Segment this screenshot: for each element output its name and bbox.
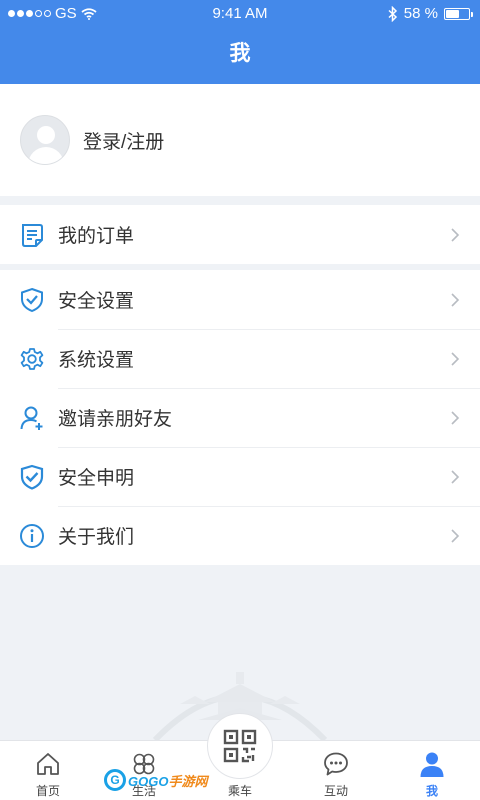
page-title: 我 [229, 42, 251, 65]
person-icon [420, 752, 444, 777]
home-icon [37, 753, 59, 775]
menu-item-label: 系统设置 [58, 350, 135, 371]
menu-group-settings: 安全设置 系统设置 邀请亲朋好友 安全申明 关于我们 [0, 270, 480, 565]
order-icon [18, 221, 46, 249]
menu-group-orders: 我的订单 [0, 205, 480, 264]
chat-icon [324, 752, 348, 776]
gear-icon [18, 345, 46, 373]
menu-item-label: 我的订单 [58, 226, 135, 247]
menu-item-label: 邀请亲朋好友 [58, 409, 173, 430]
chevron-right-icon [451, 528, 460, 543]
tab-me[interactable]: 我 [384, 741, 480, 800]
chevron-right-icon [451, 469, 460, 484]
avatar [20, 115, 70, 165]
nav-bar: 我 [0, 28, 480, 84]
gogo-watermark-logo: G GOGO手游网 [104, 769, 207, 791]
profile-login-row[interactable]: 登录/注册 [0, 84, 480, 196]
menu-item-orders[interactable]: 我的订单 [0, 205, 480, 264]
chevron-right-icon [451, 351, 460, 366]
battery-percent: 58 % [403, 5, 438, 22]
menu-item-about-us[interactable]: 关于我们 [0, 506, 480, 565]
battery-icon [444, 7, 473, 20]
chevron-right-icon [451, 227, 460, 242]
tab-label: 首页 [35, 784, 60, 798]
tab-interact[interactable]: 互动 [288, 741, 384, 800]
menu-item-system-settings[interactable]: 系统设置 [0, 329, 480, 388]
tab-label: 互动 [323, 784, 348, 798]
menu-item-label: 安全设置 [58, 291, 135, 312]
gogo-brand-cn-text: 手游网 [168, 773, 208, 789]
shield-check-icon [18, 463, 46, 491]
chevron-right-icon [451, 410, 460, 425]
shield-icon [18, 286, 46, 314]
tab-label: 我 [425, 784, 438, 798]
qr-code-icon [223, 729, 257, 763]
chevron-right-icon [451, 292, 460, 307]
menu-item-label: 安全申明 [58, 468, 135, 489]
qr-scan-button[interactable] [207, 713, 273, 779]
status-bar: GS 9:41 AM 58 % [0, 0, 480, 28]
login-register-label: 登录/注册 [83, 131, 165, 153]
menu-item-security-statement[interactable]: 安全申明 [0, 447, 480, 506]
gogo-brand-text: GOGO [128, 773, 169, 789]
bottom-tab-bar: 首页 生活 乘车 互动 我 [0, 713, 480, 800]
menu-item-security-settings[interactable]: 安全设置 [0, 270, 480, 329]
gogo-logo-icon: G [104, 769, 126, 791]
menu-item-label: 关于我们 [58, 527, 135, 548]
info-icon [18, 522, 46, 550]
invite-user-icon [18, 404, 46, 432]
tab-label: 乘车 [227, 784, 252, 798]
bluetooth-icon [388, 5, 397, 22]
tab-home[interactable]: 首页 [0, 741, 96, 800]
menu-item-invite-friends[interactable]: 邀请亲朋好友 [0, 388, 480, 447]
